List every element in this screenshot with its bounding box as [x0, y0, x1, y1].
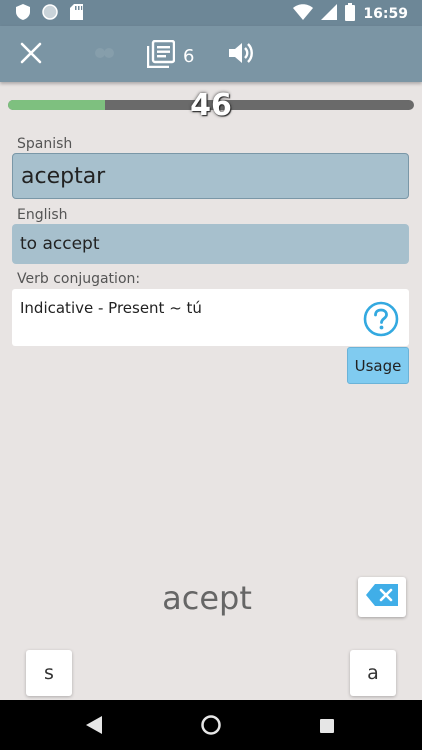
word-list-count: 6	[183, 45, 195, 67]
backspace-icon	[366, 584, 398, 610]
usage-button[interactable]: Usage	[347, 347, 409, 384]
spanish-label: Spanish	[17, 136, 73, 152]
nav-bar	[0, 700, 422, 750]
answer-text: acept	[162, 579, 252, 617]
back-button[interactable]	[86, 716, 102, 738]
back-icon	[86, 716, 102, 738]
battery-icon	[345, 3, 356, 25]
list-icon	[146, 39, 176, 72]
recents-icon	[320, 718, 334, 737]
progress-value: 46	[190, 88, 232, 123]
status-time: 16:59	[363, 6, 408, 22]
close-icon	[20, 42, 42, 68]
english-word-field: to accept	[12, 224, 409, 264]
recents-button[interactable]	[320, 718, 334, 737]
sd-card-icon	[70, 4, 83, 24]
toolbar: 6	[0, 26, 422, 82]
home-icon	[200, 715, 222, 740]
wifi-icon	[293, 4, 314, 24]
volume-icon	[228, 40, 254, 70]
conjugation-label: Verb conjugation:	[17, 271, 141, 287]
help-icon	[363, 301, 399, 341]
hint-icon	[94, 44, 116, 66]
home-button[interactable]	[200, 714, 222, 740]
hint-button[interactable]	[94, 44, 116, 66]
backspace-button[interactable]	[358, 577, 406, 617]
letter-key-s[interactable]: s	[26, 650, 72, 696]
conjugation-text: Indicative - Present ~ tú	[20, 299, 202, 317]
word-list-button[interactable]: 6	[146, 39, 195, 72]
letter-key-a[interactable]: a	[350, 650, 396, 696]
sound-button[interactable]	[228, 40, 254, 70]
signal-icon	[321, 4, 338, 24]
conjugation-box: Indicative - Present ~ tú	[12, 289, 409, 346]
shield-icon	[16, 4, 30, 24]
help-button[interactable]	[363, 301, 399, 341]
spanish-word-field: aceptar	[12, 153, 409, 199]
status-bar: 16:59	[0, 0, 422, 26]
circle-icon	[42, 4, 58, 24]
english-label: English	[17, 207, 68, 223]
close-button[interactable]	[20, 42, 42, 68]
